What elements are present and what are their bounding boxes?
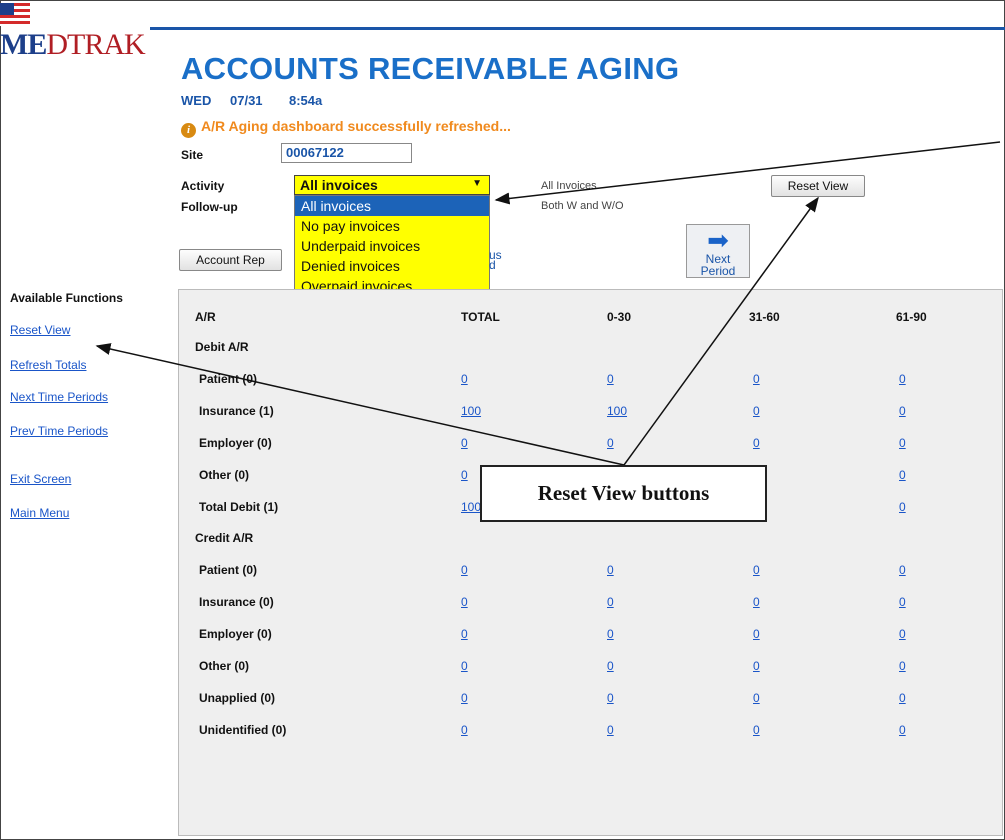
- annotation-callout: Reset View buttons: [480, 465, 767, 522]
- arrow-to-sidebar-reset: [95, 343, 625, 466]
- arrow-to-activity: [494, 141, 1001, 205]
- arrow-to-reset-button: [623, 196, 819, 466]
- annotation-arrows: [95, 141, 1001, 466]
